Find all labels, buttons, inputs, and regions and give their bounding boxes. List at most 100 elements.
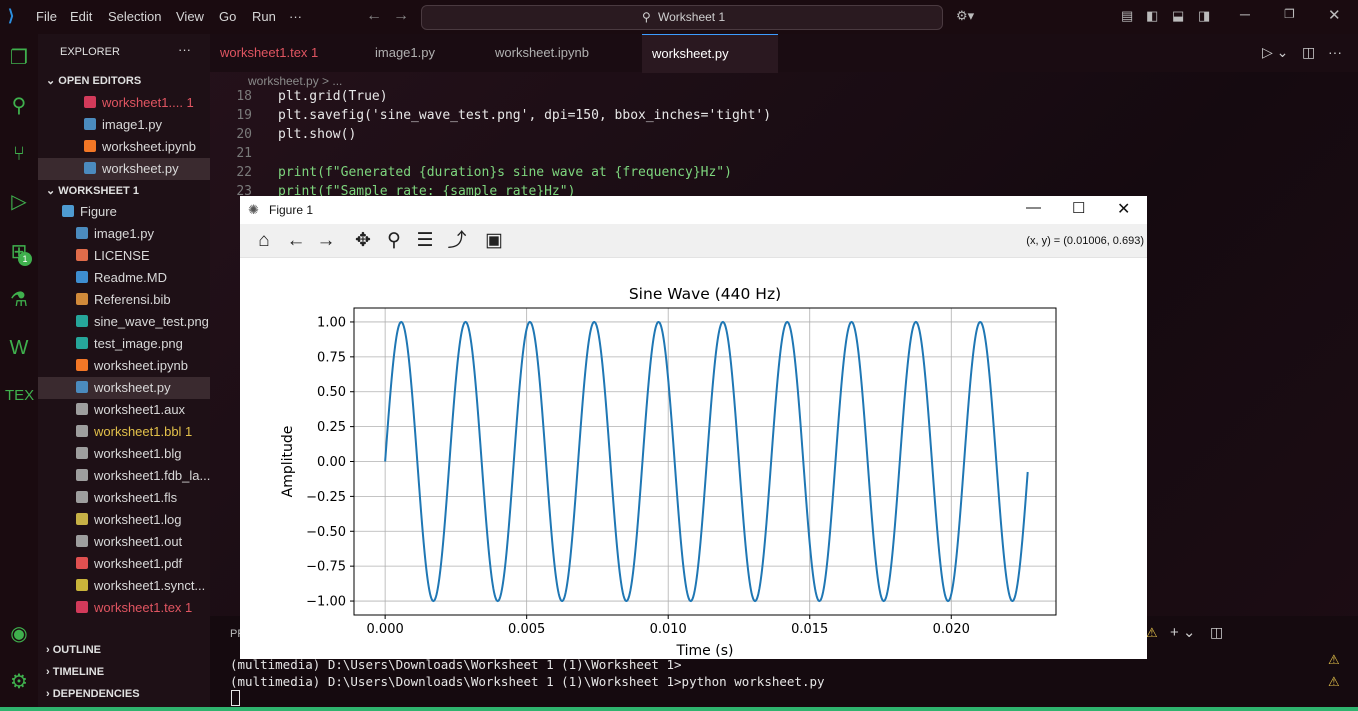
file-item[interactable]: image1.py	[38, 223, 210, 245]
account-icon[interactable]: ◉	[5, 620, 33, 648]
x-axis-label: Time (s)	[676, 643, 734, 659]
testing-icon[interactable]: ⚗	[5, 286, 33, 314]
new-terminal-icon[interactable]: + ⌄	[1170, 623, 1196, 641]
menu-edit[interactable]: Edit	[70, 9, 92, 24]
tab-worksheet-ipynb[interactable]: worksheet.ipynb	[485, 34, 642, 72]
file-type-icon	[76, 513, 88, 525]
outline-header[interactable]: › OUTLINE	[46, 644, 101, 656]
file-item[interactable]: worksheet.py	[38, 377, 210, 399]
file-item[interactable]: worksheet1.blg	[38, 443, 210, 465]
file-item[interactable]: worksheet1.bbl 1	[38, 421, 210, 443]
file-item[interactable]: Referensi.bib	[38, 289, 210, 311]
file-item[interactable]: worksheet1.synct...	[38, 575, 210, 597]
search-icon[interactable]: ⚲	[5, 92, 33, 120]
close-icon[interactable]: ✕	[1117, 199, 1130, 219]
zoom-icon[interactable]: ⚲	[382, 229, 406, 253]
file-type-icon	[76, 227, 88, 239]
back-arrow-icon[interactable]: ←	[366, 7, 382, 25]
menu-more[interactable]: ···	[289, 9, 302, 24]
file-item-label: worksheet.py	[102, 161, 179, 176]
file-item[interactable]: worksheet1.log	[38, 509, 210, 531]
restore-icon[interactable]: ❐	[1284, 7, 1295, 21]
line-number: 20	[236, 127, 252, 142]
file-item-label: LICENSE	[94, 248, 150, 263]
back-icon[interactable]: ←	[284, 229, 308, 253]
file-item[interactable]: worksheet1.fdb_la...	[38, 465, 210, 487]
source-control-icon[interactable]: ⑂	[5, 140, 33, 168]
folder-header[interactable]: ⌄ WORKSHEET 1	[46, 184, 139, 197]
layout-icon[interactable]: ▤	[1121, 8, 1133, 24]
open-editors-header[interactable]: ⌄ OPEN EDITORS	[46, 74, 141, 87]
file-item[interactable]: LICENSE	[38, 245, 210, 267]
file-item[interactable]: worksheet1.pdf	[38, 553, 210, 575]
menu-go[interactable]: Go	[219, 9, 236, 24]
run-button-icon[interactable]: ▷ ⌄	[1262, 44, 1288, 61]
forward-arrow-icon[interactable]: →	[393, 7, 409, 25]
minimize-icon[interactable]: —	[1026, 199, 1041, 216]
file-item-label: worksheet1.pdf	[94, 556, 183, 571]
menu-run[interactable]: Run	[252, 9, 276, 24]
y-tick-label: 1.00	[317, 315, 346, 330]
file-item[interactable]: worksheet.ipynb	[38, 355, 210, 377]
wolfram-icon[interactable]: W	[5, 334, 33, 362]
folder-title: WORKSHEET 1	[58, 185, 139, 197]
file-item[interactable]: worksheet.ipynb	[38, 136, 210, 158]
edit-axis-icon[interactable]: ⤴	[445, 229, 469, 253]
file-type-icon	[76, 359, 88, 371]
tab-worksheet1-tex-1[interactable]: worksheet1.tex 1	[210, 34, 365, 72]
tab-label: worksheet.ipynb	[495, 45, 589, 60]
y-tick-label: 0.25	[317, 420, 346, 435]
file-item[interactable]: worksheet1.aux	[38, 399, 210, 421]
explorer-icon[interactable]: ❐	[5, 44, 33, 72]
file-item-label: worksheet.py	[94, 380, 171, 395]
file-item[interactable]: worksheet.py	[38, 158, 210, 180]
copilot-icon[interactable]: ⚙▾	[956, 8, 974, 24]
more-actions-icon[interactable]: ···	[1328, 44, 1342, 60]
tex-icon[interactable]: TEX	[5, 382, 34, 410]
home-icon[interactable]: ⌂	[252, 229, 276, 253]
menu-file[interactable]: File	[36, 9, 57, 24]
subplots-config-icon[interactable]: ☰	[413, 229, 437, 253]
status-bar	[0, 707, 1358, 711]
toggle-sidebar-icon[interactable]: ◧	[1146, 8, 1158, 24]
tab-worksheet-py[interactable]: worksheet.py	[642, 34, 778, 73]
maximize-icon[interactable]: ☐	[1072, 199, 1085, 217]
file-item[interactable]: test_image.png	[38, 333, 210, 355]
file-item[interactable]: worksheet1.tex 1	[38, 597, 210, 619]
split-editor-icon[interactable]: ◫	[1302, 44, 1315, 61]
pan-icon[interactable]: ✥	[351, 229, 375, 253]
file-item[interactable]: worksheet1.fls	[38, 487, 210, 509]
toggle-secondary-icon[interactable]: ◨	[1198, 8, 1210, 24]
minimize-icon[interactable]: ─	[1240, 6, 1250, 22]
file-item[interactable]: sine_wave_test.png	[38, 311, 210, 333]
tab-image1-py[interactable]: image1.py	[365, 34, 485, 72]
warning-icon: ⚠	[1328, 674, 1340, 689]
menu-view[interactable]: View	[176, 9, 204, 24]
line-number: 19	[236, 108, 252, 123]
toggle-panel-icon[interactable]: ⬓	[1172, 8, 1184, 24]
file-item[interactable]: worksheet1.out	[38, 531, 210, 553]
settings-gear-icon[interactable]: ⚙	[5, 668, 33, 696]
explorer-sidebar: EXPLORER ··· ⌄ OPEN EDITORS worksheet1..…	[38, 34, 210, 711]
explorer-more-icon[interactable]: ···	[178, 42, 191, 57]
file-item-label: image1.py	[102, 117, 162, 132]
file-type-icon	[84, 96, 96, 108]
run-debug-icon[interactable]: ▷	[5, 188, 33, 216]
file-item[interactable]: image1.py	[38, 114, 210, 136]
figure-window[interactable]: ✺ Figure 1 — ☐ ✕ ⌂ ← → ✥ ⚲ ☰ ⤴ ▣ (x, y) …	[240, 196, 1147, 659]
forward-icon[interactable]: →	[314, 229, 338, 253]
save-icon[interactable]: ▣	[482, 229, 506, 253]
breadcrumb[interactable]: worksheet.py > ...	[230, 74, 342, 88]
menu-selection[interactable]: Selection	[108, 9, 161, 24]
file-type-icon	[76, 601, 88, 613]
file-item[interactable]: worksheet1.... 1	[38, 92, 210, 114]
file-item[interactable]: Figure	[38, 201, 210, 223]
split-terminal-icon[interactable]: ◫	[1210, 624, 1223, 641]
close-window-icon[interactable]: ✕	[1328, 6, 1341, 24]
sine-wave-chart[interactable]: 0.000 0.005 0.010 0.015 0.020 1.00 0.75 0.50 0.2…	[240, 258, 1147, 659]
file-item-label: sine_wave_test.png	[94, 314, 209, 329]
command-center[interactable]: ⚲ Worksheet 1	[421, 5, 943, 30]
timeline-header[interactable]: › TIMELINE	[46, 666, 104, 678]
dependencies-header[interactable]: › DEPENDENCIES	[46, 688, 140, 700]
file-item[interactable]: Readme.MD	[38, 267, 210, 289]
